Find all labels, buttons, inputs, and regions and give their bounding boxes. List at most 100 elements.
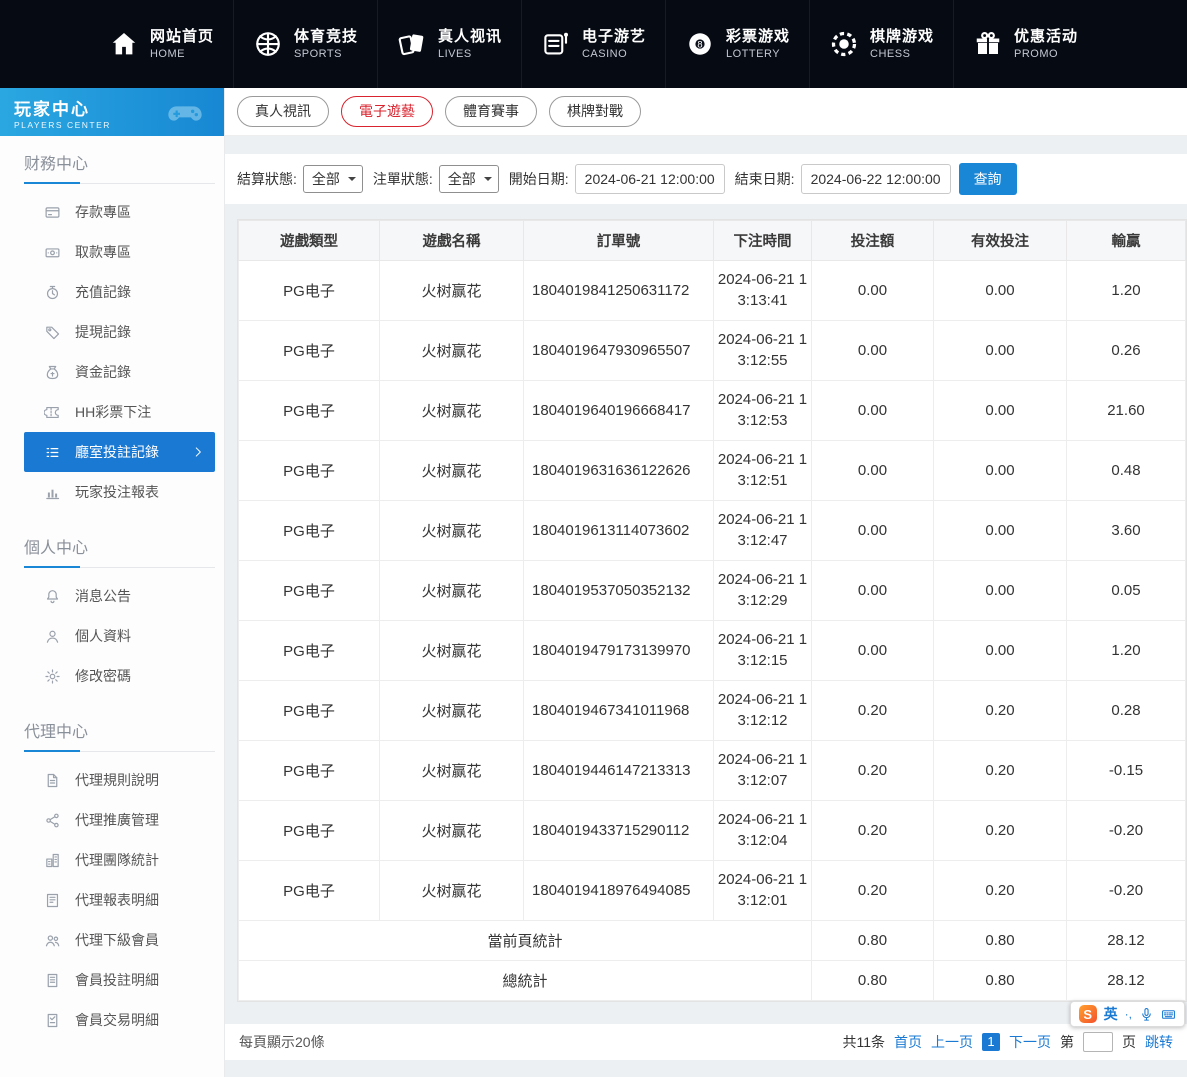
nav-item-text: 棋牌游戏CHESS (870, 27, 934, 61)
filter-bar: 結算狀態: 全部 注單狀態: 全部 開始日期: 結束日期: 查詢 (225, 154, 1187, 204)
valid-bet-cell: 0.20 (934, 860, 1067, 920)
column-header: 遊戲類型 (239, 220, 380, 260)
lives-icon (397, 29, 427, 59)
sidebar-item[interactable]: 會員交易明細 (24, 1000, 215, 1040)
sidebar-item[interactable]: 代理下級會員 (24, 920, 215, 960)
nav-item-chess[interactable]: 棋牌游戏CHESS (809, 0, 953, 88)
bet-amount-cell: 0.00 (812, 320, 934, 380)
sidebar-item[interactable]: 代理推廣管理 (24, 800, 215, 840)
game-tab[interactable]: 棋牌對戰 (549, 96, 641, 127)
sidebar-item[interactable]: 充值記錄 (24, 272, 215, 312)
page-summary-valid: 0.80 (934, 920, 1067, 960)
bet-time-cell: 2024-06-21 13:12:47 (714, 500, 812, 560)
sidebar-item-label: 資金記錄 (75, 362, 131, 382)
game-type-cell: PG电子 (239, 380, 380, 440)
promo-icon (973, 29, 1003, 59)
home-icon (109, 29, 139, 59)
nav-item-promo[interactable]: 优惠活动PROMO (953, 0, 1097, 88)
table-row: PG电子火树赢花18040194791731399702024-06-21 13… (239, 620, 1186, 680)
sidebar-item[interactable]: 代理規則說明 (24, 760, 215, 800)
lottery-icon: 8 (685, 29, 715, 59)
table-row: PG电子火树赢花18040194673410119682024-06-21 13… (239, 680, 1186, 740)
ime-lang-toggle[interactable]: 英 (1104, 1004, 1118, 1024)
bet-time-cell: 2024-06-21 13:12:53 (714, 380, 812, 440)
nav-label-en: LOTTERY (726, 47, 790, 61)
sidebar-item[interactable]: 個人資料 (24, 616, 215, 656)
start-date-label: 開始日期: (509, 169, 569, 189)
bet-time-cell: 2024-06-21 13:12:15 (714, 620, 812, 680)
settle-status-label: 結算狀態: (237, 169, 297, 189)
sidebar-item[interactable]: 修改密碼 (24, 656, 215, 696)
sidebar-item[interactable]: 資金記錄 (24, 352, 215, 392)
sidebar-item[interactable]: 代理報表明細 (24, 880, 215, 920)
nav-label-zh: 电子游艺 (582, 27, 646, 47)
table-row: PG电子火树赢花18040196316361226262024-06-21 13… (239, 440, 1186, 500)
prev-page-link[interactable]: 上一页 (931, 1032, 973, 1052)
bet-time-cell: 2024-06-21 13:12:04 (714, 800, 812, 860)
nav-item-text: 彩票游戏LOTTERY (726, 27, 790, 61)
deposit-icon (44, 204, 61, 221)
nav-item-sports[interactable]: 体育竞技SPORTS (233, 0, 377, 88)
bet-time-cell: 2024-06-21 13:12:01 (714, 860, 812, 920)
start-date-input[interactable] (575, 164, 725, 194)
ime-punct-toggle[interactable]: ·, (1125, 1007, 1132, 1021)
sidebar-item[interactable]: 玩家投注報表 (24, 472, 215, 512)
total-summary-row: 總統計 0.80 0.80 28.12 (239, 960, 1186, 1000)
sidebar-section: 财務中心存款專區取款專區充值記錄提現記錄資金記錄HH彩票下注廳室投註記錄玩家投注… (24, 136, 215, 520)
sidebar-item[interactable]: 取款專區 (24, 232, 215, 272)
sidebar-item-label: 修改密碼 (75, 666, 131, 686)
nav-item-lottery[interactable]: 8 彩票游戏LOTTERY (665, 0, 809, 88)
order-status-select[interactable]: 全部 (439, 165, 499, 193)
sidebar-item[interactable]: 消息公告 (24, 576, 215, 616)
game-name-cell: 火树赢花 (380, 500, 524, 560)
sidebar-item[interactable]: 會員投註明細 (24, 960, 215, 1000)
bet-amount-cell: 0.00 (812, 260, 934, 320)
sidebar-section-title: 個人中心 (24, 520, 215, 568)
game-tab[interactable]: 電子遊藝 (341, 96, 433, 127)
search-button[interactable]: 查詢 (959, 163, 1017, 195)
game-tab[interactable]: 真人視訊 (237, 96, 329, 127)
order-no-cell: 1804019647930965507 (524, 320, 714, 380)
ime-toolbar: S 英 ·, (1070, 1001, 1185, 1027)
sidebar-item[interactable]: HH彩票下注 (24, 392, 215, 432)
profile-icon (44, 628, 61, 645)
order-status-label: 注單狀態: (373, 169, 433, 189)
game-tab[interactable]: 體育賽事 (445, 96, 537, 127)
current-page[interactable]: 1 (982, 1033, 1000, 1051)
order-no-cell: 1804019537050352132 (524, 560, 714, 620)
sidebar-section-title: 代理中心 (24, 704, 215, 752)
table-row: PG电子火树赢花18040194337152901122024-06-21 13… (239, 800, 1186, 860)
sidebar-item-label: 玩家投注報表 (75, 482, 159, 502)
game-type-cell: PG电子 (239, 860, 380, 920)
page-summary-winloss: 28.12 (1067, 920, 1186, 960)
column-header: 訂單號 (524, 220, 714, 260)
jump-button[interactable]: 跳转 (1145, 1032, 1173, 1052)
order-status-value: 全部 (448, 169, 476, 189)
sidebar-item[interactable]: 存款專區 (24, 192, 215, 232)
first-page-link[interactable]: 首页 (894, 1032, 922, 1052)
svg-text:8: 8 (697, 39, 702, 49)
nav-label-zh: 网站首页 (150, 27, 214, 47)
records-table: 遊戲類型遊戲名稱訂單號下注時間投注額有效投注輸贏 PG电子火树赢花1804019… (238, 220, 1186, 1001)
sidebar-item[interactable]: 代理團隊統計 (24, 840, 215, 880)
nav-item-lives[interactable]: 真人视讯LIVES (377, 0, 521, 88)
nav-item-text: 网站首页HOME (150, 27, 214, 61)
keyboard-icon[interactable] (1161, 1007, 1176, 1022)
sidebar-item[interactable]: 提現記錄 (24, 312, 215, 352)
nav-item-casino[interactable]: 电子游艺CASINO (521, 0, 665, 88)
settle-status-select[interactable]: 全部 (303, 165, 363, 193)
page-jump-input[interactable] (1083, 1032, 1113, 1052)
total-summary-bet: 0.80 (812, 960, 934, 1000)
mic-icon[interactable] (1139, 1007, 1154, 1022)
order-no-cell: 1804019433715290112 (524, 800, 714, 860)
next-page-link[interactable]: 下一页 (1009, 1032, 1051, 1052)
bet-time-cell: 2024-06-21 13:12:12 (714, 680, 812, 740)
nav-item-home[interactable]: 网站首页HOME (90, 0, 233, 88)
sidebar-item[interactable]: 廳室投註記錄 (24, 432, 215, 472)
bet-time-cell: 2024-06-21 13:12:07 (714, 740, 812, 800)
sogou-logo-icon[interactable]: S (1079, 1005, 1097, 1023)
sidebar-item-label: 代理報表明細 (75, 890, 159, 910)
order-no-cell: 1804019418976494085 (524, 860, 714, 920)
lottery-bet-icon (44, 404, 61, 421)
end-date-input[interactable] (801, 164, 951, 194)
